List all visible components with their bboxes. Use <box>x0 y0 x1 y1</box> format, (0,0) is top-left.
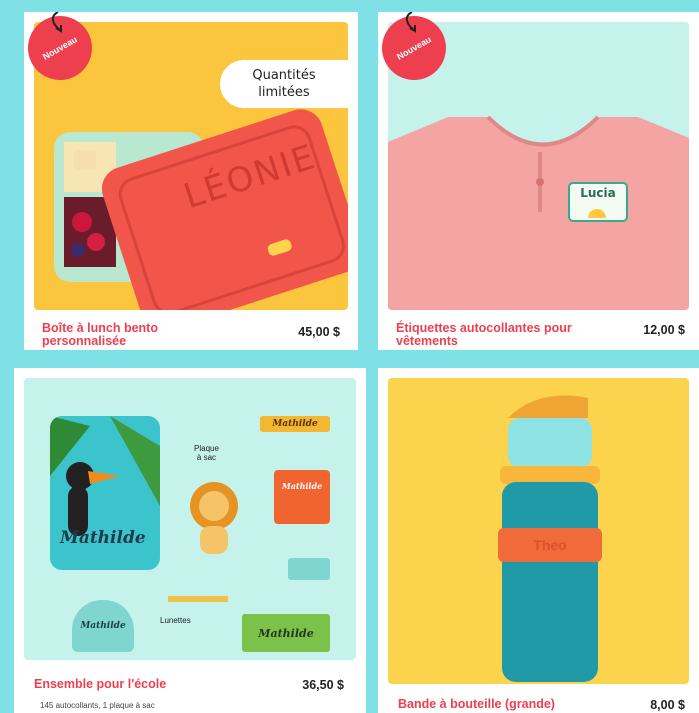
round-sticker: Mathilde <box>72 600 134 652</box>
lion-sticker <box>190 482 238 554</box>
arrow-icon <box>406 12 416 33</box>
product-image-school-set[interactable]: Mathilde Plaque à sac Mathilde Mathilde … <box>24 378 356 660</box>
product-price: 8,00 $ <box>650 698 685 712</box>
small-sticker <box>288 558 330 580</box>
green-sticker: Mathilde <box>242 614 330 652</box>
product-title[interactable]: Boîte à lunch bento personnalisée <box>42 322 232 348</box>
plaque-label: Plaque à sac <box>194 444 219 462</box>
product-title[interactable]: Bande à bouteille (grande) <box>398 698 618 711</box>
limited-quantity-bubble: Quantités limitées <box>220 60 348 108</box>
glasses-strip <box>168 596 228 602</box>
elephant-sticker: Mathilde <box>274 470 330 524</box>
bag-tag: Mathilde <box>50 416 160 570</box>
product-card-school-set[interactable]: Mathilde Plaque à sac Mathilde Mathilde … <box>14 368 366 713</box>
arrow-icon <box>52 12 62 33</box>
product-price: 12,00 $ <box>643 323 685 337</box>
lunettes-label: Lunettes <box>160 616 191 625</box>
name-label-sticker: Lucia <box>568 182 628 222</box>
sun-icon <box>588 209 606 218</box>
band-text: Theo <box>533 537 567 553</box>
product-subtitle: 145 autocollants, 1 plaque à sac <box>40 701 155 710</box>
limited-quantity-text: Quantités limitées <box>252 68 316 100</box>
product-card-bento[interactable]: LÉONIE Quantités limitées Nouveau Boîte … <box>24 12 358 350</box>
tag-name: Mathilde <box>258 626 314 640</box>
bottle-band: Theo <box>498 528 602 562</box>
product-price: 45,00 $ <box>298 325 340 339</box>
tag-name: Mathilde <box>272 419 318 429</box>
name-sticker: Mathilde <box>260 416 330 432</box>
tag-name: Mathilde <box>281 481 323 491</box>
product-image-bottle-band[interactable]: Theo <box>388 378 689 684</box>
product-card-labels[interactable]: Lucia Nouveau Étiquettes autocollantes p… <box>378 12 699 350</box>
product-grid: LÉONIE Quantités limitées Nouveau Boîte … <box>0 0 699 713</box>
sticker-name: Lucia <box>580 186 616 200</box>
product-price: 36,50 $ <box>302 678 344 692</box>
product-card-bottle-band[interactable]: Theo Bande à bouteille (grande) 8,00 $ <box>378 368 699 713</box>
product-title[interactable]: Ensemble pour l'école <box>34 678 254 691</box>
tag-name: Mathilde <box>80 621 126 631</box>
tag-name: Mathilde <box>60 528 146 548</box>
product-title[interactable]: Étiquettes autocollantes pour vêtements <box>396 322 612 348</box>
